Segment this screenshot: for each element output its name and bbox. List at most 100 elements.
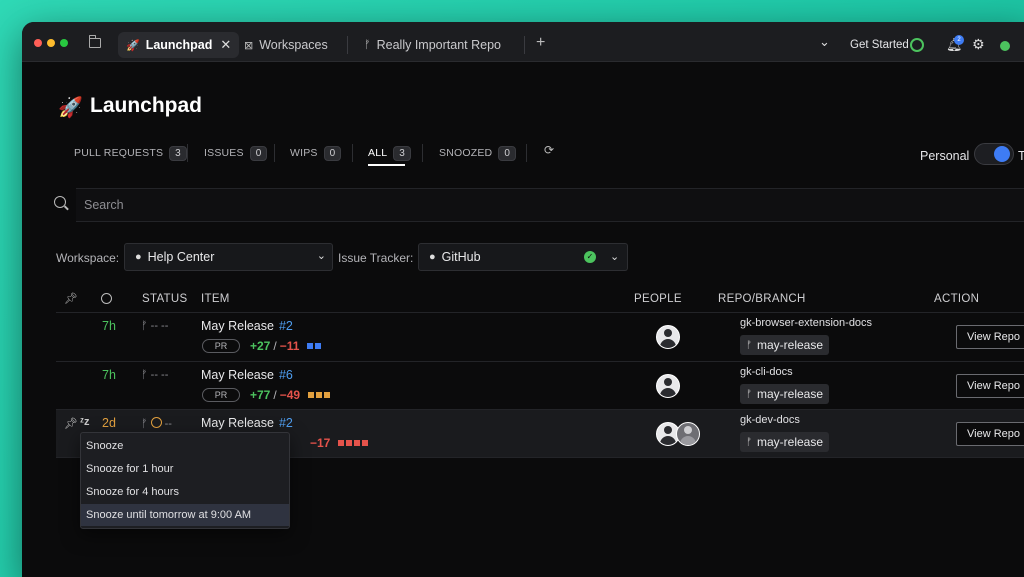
pin-icon[interactable]: 📌︎: [64, 292, 78, 305]
item-number: #6: [278, 368, 293, 382]
search-icon: [54, 196, 66, 208]
branch-chip[interactable]: ᚠ may-release: [740, 335, 830, 355]
menu-item-snooze-1-hour[interactable]: Snooze for 1 hour: [81, 458, 289, 480]
search-input[interactable]: [84, 194, 984, 216]
count-badge: 0: [498, 145, 517, 161]
repo-name: gk-cli-docs: [740, 366, 793, 378]
column-header-item[interactable]: ITEM: [201, 293, 230, 305]
workspace-select[interactable]: ● Help Center ⌄: [124, 243, 333, 271]
table-row[interactable]: 7h ᚠ -- -- May Release #6 PR +77/−49 gk-c…: [56, 362, 1024, 410]
item-title[interactable]: May Release #2: [201, 319, 293, 333]
close-window-button[interactable]: [34, 39, 42, 47]
branch-chip[interactable]: ᚠ may-release: [740, 432, 830, 452]
item-age: 2d: [102, 416, 116, 430]
app-window: 🚀 Launchpad ✕ ⊠ Workspaces ᚠ Really Impo…: [22, 22, 1024, 577]
github-icon: ●: [135, 251, 142, 263]
branch-icon: ᚠ: [746, 436, 752, 448]
column-header-people[interactable]: PEOPLE: [634, 293, 682, 305]
column-header-action[interactable]: ACTION: [934, 293, 979, 305]
status-indicator: ᚠ -- --: [141, 320, 169, 332]
avatar[interactable]: [676, 422, 700, 446]
gear-icon[interactable]: ⚙: [972, 36, 985, 53]
chevron-down-icon[interactable]: ⌄: [819, 34, 830, 50]
personal-team-toggle[interactable]: [974, 143, 1014, 165]
diff-stats: −17: [310, 436, 369, 450]
connected-check-icon: ✓: [584, 251, 596, 263]
item-title[interactable]: May Release #2: [201, 416, 293, 430]
view-repo-button[interactable]: View Repo: [956, 422, 1024, 446]
scope-label-team: T: [1018, 149, 1024, 163]
menu-item-snooze[interactable]: Snooze: [81, 435, 289, 457]
snooze-menu: Snooze Snooze for 1 hour Snooze for 4 ho…: [80, 432, 290, 529]
count-badge: 3: [393, 145, 412, 161]
count-badge: 0: [323, 145, 342, 161]
menu-item-snooze-4-hours[interactable]: Snooze for 4 hours: [81, 481, 289, 503]
avatar[interactable]: [656, 325, 680, 349]
repo-icon: ᚠ: [364, 39, 371, 51]
item-title[interactable]: May Release #6: [201, 368, 293, 382]
count-badge: 3: [169, 145, 187, 161]
item-age: 7h: [102, 319, 116, 333]
item-age: 7h: [102, 368, 116, 382]
column-header-repo-branch[interactable]: REPO/BRANCH: [718, 293, 806, 305]
tab-label: Workspaces: [259, 38, 328, 52]
branch-icon: ᚠ: [141, 418, 148, 430]
branch-chip[interactable]: ᚠ may-release: [740, 384, 830, 404]
github-icon: ●: [429, 251, 436, 263]
clock-icon[interactable]: [101, 293, 112, 304]
rocket-icon: 🚀: [126, 39, 140, 52]
menu-item-snooze-tomorrow[interactable]: Snooze until tomorrow at 9:00 AM: [81, 504, 289, 526]
get-started-button[interactable]: Get Started: [850, 39, 909, 51]
notification-badge: 2: [954, 35, 964, 45]
progress-ring-icon[interactable]: [910, 38, 924, 52]
close-tab-icon[interactable]: ✕: [220, 37, 231, 53]
view-repo-button[interactable]: View Repo: [956, 374, 1024, 398]
tab-snoozed[interactable]: SNOOZED 0: [439, 144, 517, 162]
toggle-knob: [994, 146, 1010, 162]
repo-name: gk-dev-docs: [740, 414, 800, 426]
item-type-badge: PR: [202, 339, 240, 353]
item-number: #2: [278, 416, 293, 430]
status-indicator: ᚠ -- --: [141, 369, 169, 381]
minimize-window-button[interactable]: [47, 39, 55, 47]
clock-icon: [150, 417, 162, 428]
tab-label: Launchpad: [145, 38, 213, 52]
snooze-icon[interactable]: ᶻz: [80, 416, 89, 428]
refresh-icon[interactable]: ⟳: [544, 143, 554, 157]
chevron-down-icon: ⌄: [316, 250, 326, 262]
workspaces-icon: ⊠: [244, 39, 254, 52]
diff-stats: +77/−49: [250, 388, 331, 402]
tab-label: Really Important Repo: [376, 38, 501, 52]
branch-icon: ᚠ: [746, 339, 752, 351]
tab-issues[interactable]: ISSUES 0: [204, 144, 268, 162]
issue-tracker-select[interactable]: ● GitHub: [418, 243, 603, 271]
status-dot[interactable]: [1000, 41, 1010, 51]
item-number: #2: [278, 319, 293, 333]
status-indicator: ᚠ --: [141, 417, 172, 430]
avatar[interactable]: [656, 374, 680, 398]
workspace-label: Workspace:: [56, 251, 120, 265]
item-type-badge: PR: [202, 388, 240, 402]
table-row[interactable]: 7h ᚠ -- -- May Release #2 PR +27/−11 gk-b…: [56, 313, 1024, 361]
branch-icon: ᚠ: [141, 369, 148, 381]
column-header-status[interactable]: STATUS: [142, 293, 187, 305]
chevron-down-icon: ⌄: [610, 251, 620, 263]
tab-all[interactable]: ALL 3: [368, 144, 412, 162]
view-repo-button[interactable]: View Repo: [956, 325, 1024, 349]
tab-workspaces[interactable]: ⊠ Workspaces: [236, 32, 336, 58]
tab-really-important-repo[interactable]: ᚠ Really Important Repo: [356, 32, 509, 58]
issue-tracker-dropdown-button[interactable]: ⌄: [602, 243, 628, 271]
folder-icon[interactable]: [88, 35, 101, 48]
rocket-icon: 🚀: [58, 97, 83, 119]
tab-wips[interactable]: WIPS 0: [290, 144, 342, 162]
diff-stats: +27/−11: [250, 339, 322, 353]
new-tab-icon[interactable]: +: [536, 34, 545, 52]
branch-icon: ᚠ: [746, 388, 752, 400]
issue-tracker-label: Issue Tracker:: [338, 251, 414, 265]
active-tab-underline: [368, 164, 405, 166]
tab-pull-requests[interactable]: PULL REQUESTS 3: [74, 144, 187, 162]
maximize-window-button[interactable]: [60, 39, 68, 47]
count-badge: 0: [249, 145, 268, 161]
tab-launchpad[interactable]: 🚀 Launchpad ✕: [118, 32, 240, 58]
pin-icon[interactable]: 📌︎: [64, 417, 78, 430]
